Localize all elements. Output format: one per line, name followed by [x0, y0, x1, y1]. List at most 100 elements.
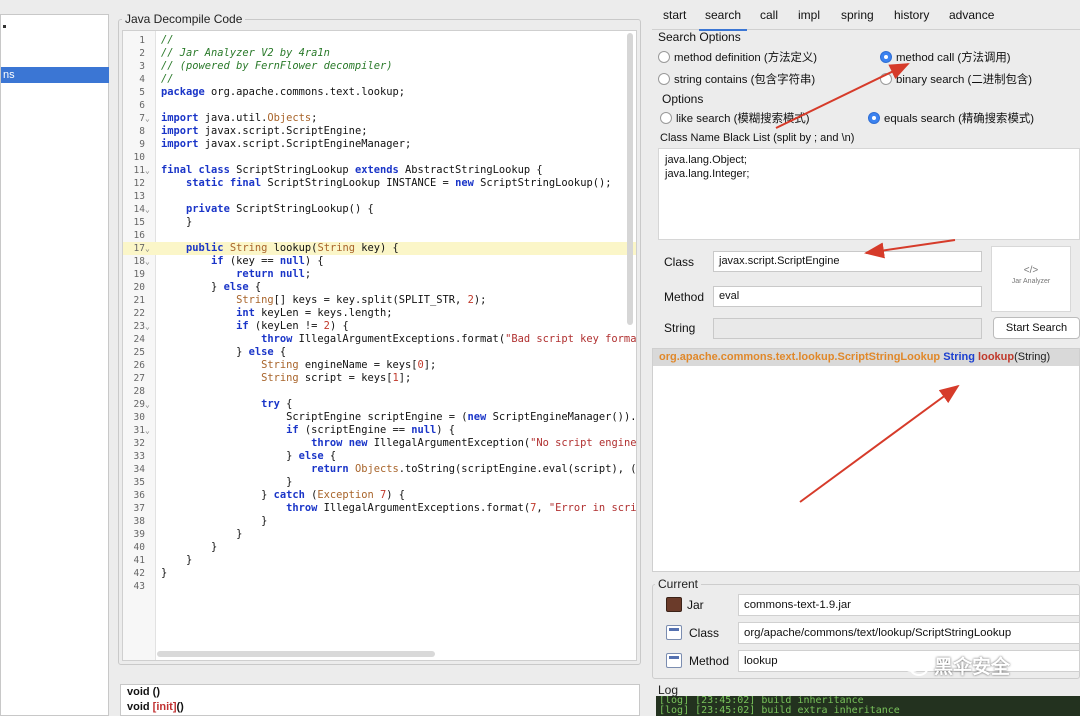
string-input[interactable]	[713, 318, 982, 339]
radio-circle	[658, 73, 670, 85]
method-item[interactable]: void ()	[121, 685, 639, 700]
fold-toggle-icon[interactable]: ⌄	[145, 320, 155, 333]
line-number: 5	[139, 87, 145, 98]
line-number: 26	[133, 360, 145, 371]
line-number: 37	[133, 503, 145, 514]
radio-equals-search[interactable]: equals search (精确搜索模式)	[868, 110, 1034, 126]
log-line: [log] [23:45:02] build extra inheritance	[659, 705, 900, 716]
code-text: try {	[261, 398, 293, 410]
class-input[interactable]: javax.script.ScriptEngine	[713, 251, 982, 272]
line-number: 33	[133, 451, 145, 462]
log-console[interactable]: [log] [23:45:02] build inheritance [log]…	[656, 696, 1080, 716]
code-line: 23 ⌄ if (keyLen != 2) {	[123, 320, 636, 333]
code-line: 30 ScriptEngine scriptEngine = (new Scri…	[123, 411, 636, 424]
line-number: 24	[133, 334, 145, 345]
fold-toggle-icon[interactable]: ⌄	[145, 242, 155, 255]
code-line: 32 throw new IllegalArgumentException("N…	[123, 437, 636, 450]
fold-toggle-icon[interactable]: ⌄	[145, 164, 155, 177]
current-jar-field[interactable]: commons-text-1.9.jar	[738, 594, 1080, 616]
tab-bar: start search call impl spring history ad…	[652, 0, 1080, 31]
method-input[interactable]: eval	[713, 286, 982, 307]
code-text: } else {	[161, 346, 287, 358]
line-number: 15	[133, 217, 145, 228]
radio-label: method call (方法调用)	[896, 52, 1011, 64]
code-text: String script = keys[1];	[261, 372, 412, 384]
line-number: 17	[133, 243, 145, 254]
code-text: return null;	[236, 268, 312, 280]
code-line: 7 ⌄ import java.util.Objects;	[123, 112, 636, 125]
radio-method-call[interactable]: method call (方法调用)	[880, 49, 1011, 65]
code-line: 17 ⌄ public String lookup(String key) {	[123, 242, 636, 255]
fold-toggle-icon[interactable]: ⌄	[145, 203, 155, 216]
fold-toggle-icon[interactable]: ⌄	[145, 424, 155, 437]
radio-label: binary search (二进制包含)	[896, 74, 1033, 86]
code-text: public String lookup(String key) {	[186, 242, 399, 254]
methods-list[interactable]: void () void [init]()	[120, 684, 640, 716]
line-number: 40	[133, 542, 145, 553]
radio-circle-selected	[868, 112, 880, 124]
blacklist-entry: java.lang.Object;	[665, 154, 747, 166]
code-text: if (scriptEngine == null) {	[286, 424, 456, 436]
code-text: import java.util.Objects;	[161, 112, 318, 124]
line-number: 7	[139, 113, 145, 124]
code-text: }	[161, 515, 268, 527]
tab-spring[interactable]: spring	[839, 8, 876, 22]
code-line: 37 throw IllegalArgumentExceptions.forma…	[123, 502, 636, 515]
tab-history[interactable]: history	[892, 8, 931, 22]
project-tree-panel[interactable]: ns	[0, 14, 109, 716]
fold-toggle-icon[interactable]: ⌄	[145, 112, 155, 125]
code-editor[interactable]: 1 // 2 // Jar Analyzer V2 by 4ra1n 3 // (powe…	[122, 30, 637, 661]
radio-circle	[658, 51, 670, 63]
method-return-type: void	[127, 701, 153, 713]
tab-impl[interactable]: impl	[796, 8, 822, 22]
code-line: 29 ⌄ try {	[123, 398, 636, 411]
code-line: 20 } else {	[123, 281, 636, 294]
code-line: 26 String engineName = keys[0];	[123, 359, 636, 372]
code-line: 34 return Objects.toString(scriptEngine.…	[123, 463, 636, 476]
line-number: 10	[133, 152, 145, 163]
code-text: throw IllegalArgumentExceptions.format("…	[261, 333, 637, 345]
radio-method-definition[interactable]: method definition (方法定义)	[658, 49, 817, 65]
code-line: 14 ⌄ private ScriptStringLookup() {	[123, 203, 636, 216]
code-line: 21 String[] keys = key.split(SPLIT_STR, …	[123, 294, 636, 307]
fold-toggle-icon[interactable]: ⌄	[145, 398, 155, 411]
code-vertical-scrollbar[interactable]	[627, 33, 633, 325]
code-line: 27 String script = keys[1];	[123, 372, 636, 385]
blacklist-textarea[interactable]: java.lang.Object; java.lang.Integer;	[658, 148, 1080, 240]
code-horizontal-scrollbar[interactable]	[157, 651, 435, 657]
tab-start[interactable]: start	[661, 8, 688, 22]
radio-binary-search[interactable]: binary search (二进制包含)	[880, 71, 1032, 87]
code-line: 31 ⌄ if (scriptEngine == null) {	[123, 424, 636, 437]
code-line: 25 } else {	[123, 346, 636, 359]
search-results-list[interactable]: org.apache.commons.text.lookup.ScriptStr…	[652, 348, 1080, 572]
current-title: Current	[655, 577, 702, 591]
blacklist-label: Class Name Black List (split by ; and \n…	[660, 132, 855, 144]
class-file-icon	[666, 625, 682, 640]
logo-text: Jar Analyzer	[1011, 278, 1051, 285]
code-line: 18 ⌄ if (key == null) {	[123, 255, 636, 268]
code-line: 2 // Jar Analyzer V2 by 4ra1n	[123, 47, 636, 60]
current-class-field[interactable]: org/apache/commons/text/lookup/ScriptStr…	[738, 622, 1080, 644]
radio-string-contains[interactable]: string contains (包含字符串)	[658, 71, 815, 87]
radio-circle	[880, 73, 892, 85]
code-line: 42}	[123, 567, 636, 580]
start-search-button[interactable]: Start Search	[993, 317, 1080, 339]
code-line: 8 import javax.script.ScriptEngine;	[123, 125, 636, 138]
tab-search[interactable]: search	[698, 8, 748, 31]
tab-call[interactable]: call	[758, 8, 780, 22]
fold-toggle-icon[interactable]: ⌄	[145, 255, 155, 268]
radio-like-search[interactable]: like search (模糊搜索模式)	[660, 110, 810, 126]
tree-selected-item[interactable]: ns	[1, 67, 109, 83]
tab-advance[interactable]: advance	[947, 8, 996, 22]
decompile-title: Java Decompile Code	[122, 12, 246, 26]
method-item[interactable]: void [init]()	[121, 700, 639, 715]
code-text: if (key == null) {	[211, 255, 324, 267]
result-row[interactable]: org.apache.commons.text.lookup.ScriptStr…	[653, 349, 1079, 366]
watermark: 黑伞安全	[902, 652, 1010, 679]
code-text: } else {	[161, 281, 262, 293]
line-number: 27	[133, 373, 145, 384]
line-number: 12	[133, 178, 145, 189]
code-text: }	[161, 567, 168, 579]
line-number: 14	[133, 204, 145, 215]
options-title: Options	[662, 92, 704, 106]
